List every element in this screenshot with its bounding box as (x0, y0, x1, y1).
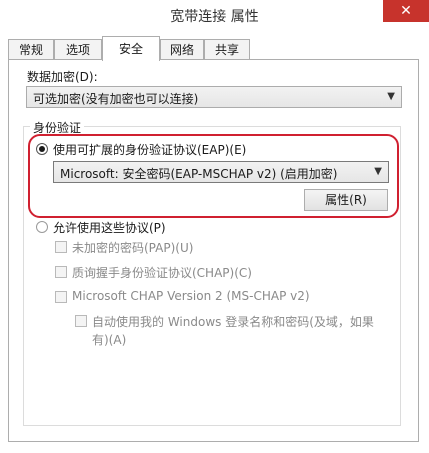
tab-security[interactable]: 安全 (102, 36, 160, 61)
tab-general[interactable]: 常规 (8, 39, 54, 59)
pap-checkbox[interactable] (55, 241, 67, 253)
tab-sharing[interactable]: 共享 (204, 39, 250, 59)
eap-radio[interactable] (36, 143, 48, 155)
data-encryption-value: 可选加密(没有加密也可以连接) (33, 92, 199, 106)
auto-windows-login-label: 自动使用我的 Windows 登录名称和密码(及域，如果 (92, 315, 374, 329)
close-icon: ✕ (400, 3, 412, 19)
allow-protocols-radio[interactable] (36, 221, 48, 233)
tab-options[interactable]: 选项 (54, 39, 102, 59)
chap-label: 质询握手身份验证协议(CHAP)(C) (72, 266, 252, 280)
mschap-v2-checkbox[interactable] (55, 291, 67, 303)
chevron-down-icon: ▼ (374, 166, 382, 177)
chap-checkbox[interactable] (55, 266, 67, 278)
allow-protocols-label: 允许使用这些协议(P) (53, 221, 166, 235)
auto-windows-login-label-cont: 有)(A) (92, 333, 127, 347)
tab-networking[interactable]: 网络 (160, 39, 204, 59)
title-bar: 宽带连接 属性 ✕ (0, 0, 429, 30)
authentication-group-title: 身份验证 (30, 119, 85, 136)
auto-windows-login-checkbox[interactable] (75, 315, 87, 327)
eap-method-select[interactable]: Microsoft: 安全密码(EAP-MSCHAP v2) (启用加密) ▼ (53, 161, 389, 183)
data-encryption-label: 数据加密(D): (27, 70, 98, 84)
pap-label: 未加密的密码(PAP)(U) (72, 241, 194, 255)
eap-radio-label: 使用可扩展的身份验证协议(EAP)(E) (53, 143, 247, 157)
mschap-v2-label: Microsoft CHAP Version 2 (MS-CHAP v2) (72, 289, 310, 303)
properties-button[interactable]: 属性(R) (304, 189, 388, 211)
chevron-down-icon: ▼ (387, 91, 395, 102)
radio-selected-dot (39, 146, 45, 152)
close-button[interactable]: ✕ (383, 0, 429, 22)
data-encryption-select[interactable]: 可选加密(没有加密也可以连接) ▼ (26, 86, 402, 108)
eap-method-value: Microsoft: 安全密码(EAP-MSCHAP v2) (启用加密) (60, 167, 338, 181)
window-title: 宽带连接 属性 (170, 9, 259, 25)
